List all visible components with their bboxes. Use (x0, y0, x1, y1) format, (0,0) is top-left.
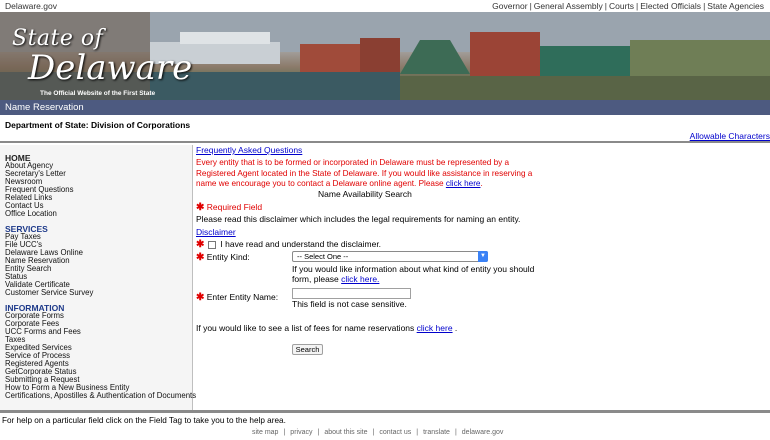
entity-kind-row: ✱ Entity Kind: (196, 252, 250, 263)
required-star-icon: ✱ (196, 202, 205, 213)
sidebar: HOME About Agency Secretary's Letter New… (0, 145, 196, 410)
disclaimer-check-label: I have read and understand the disclaime… (220, 239, 382, 249)
required-star-icon: ✱ (196, 292, 205, 303)
footer-privacy[interactable]: privacy (290, 429, 312, 436)
fee-click-here-link[interactable]: click here (417, 323, 453, 333)
required-star-icon: ✱ (196, 239, 205, 250)
entity-kind-label[interactable]: Entity Kind: (207, 252, 250, 262)
footer-divider (0, 410, 770, 413)
registered-agent-notice: Every entity that is to be formed or inc… (196, 158, 533, 188)
top-nav-state-agencies[interactable]: State Agencies (707, 1, 764, 11)
help-text: For help on a particular field click on … (2, 416, 286, 425)
top-bar: Delaware.gov Governor | General Assembly | C… (0, 0, 770, 12)
read-disclaimer-text: Please read this disclaimer which includ… (196, 214, 521, 224)
entity-name-label[interactable]: Enter Entity Name: (207, 292, 278, 302)
case-sensitivity-note: This field is not case sensitive. (292, 299, 407, 309)
footer-links: site map | privacy | about this site | contact… (252, 429, 504, 436)
top-nav: Governor | General Assembly | Courts | Elected… (492, 1, 764, 11)
entity-kind-selected: -- Select One -- (297, 252, 349, 261)
allowable-characters-link[interactable]: Allowable Characters (690, 131, 770, 141)
top-nav-governor[interactable]: Governor (492, 1, 527, 11)
required-field-label: Required Field (206, 202, 263, 212)
entity-name-input[interactable] (292, 288, 411, 299)
faq-link[interactable]: Frequently Asked Questions (196, 145, 302, 155)
department-name: Department of State: Division of Corpora… (5, 120, 191, 130)
footer-site-map[interactable]: site map (252, 429, 278, 436)
notice-click-here-link[interactable]: click here (446, 179, 481, 188)
kind-info-text: If you would like information about what… (292, 264, 535, 284)
top-nav-elected-officials[interactable]: Elected Officials (640, 1, 701, 11)
entity-name-row: ✱ Enter Entity Name: (196, 292, 278, 303)
top-nav-courts[interactable]: Courts (609, 1, 634, 11)
footer-about-this-site[interactable]: about this site (324, 429, 367, 436)
top-nav-general-assembly[interactable]: General Assembly (534, 1, 603, 11)
footer-contact-us[interactable]: contact us (379, 429, 411, 436)
disclaimer-checkbox[interactable] (208, 240, 217, 249)
entity-kind-info: If you would like information about what… (292, 264, 542, 284)
sidebar-item-customer-service-survey[interactable]: Customer Service Survey (5, 289, 93, 297)
kind-info-click-here-link[interactable]: click here. (341, 274, 379, 284)
header-banner: State of Delaware The Official Website o… (0, 12, 770, 100)
disclaimer-row: ✱ I have read and understand the disclaim… (196, 239, 381, 250)
required-star-icon: ✱ (196, 252, 205, 263)
footer-delaware-gov[interactable]: delaware.gov (462, 429, 504, 436)
required-field-legend: ✱ Required Field (196, 202, 262, 213)
search-button[interactable]: Search (292, 344, 323, 355)
logo-tagline: The Official Website of the First State (40, 90, 156, 97)
page-title-bar: Name Reservation (0, 100, 770, 115)
name-availability-heading: Name Availability Search (318, 189, 412, 199)
logo-delaware[interactable]: Delaware (28, 48, 192, 88)
chevron-down-icon: ▼ (478, 251, 488, 262)
fee-list-line: If you would like to see a list of fees … (196, 323, 458, 333)
footer-translate[interactable]: translate (423, 429, 450, 436)
divider (0, 141, 770, 143)
site-name[interactable]: Delaware.gov (5, 1, 57, 11)
notice-text: Every entity that is to be formed or inc… (196, 158, 533, 188)
sidebar-item-certifications-apostilles[interactable]: Certifications, Apostilles & Authenticat… (5, 392, 196, 400)
sidebar-item-office-location[interactable]: Office Location (5, 210, 57, 218)
fee-text: If you would like to see a list of fees … (196, 323, 415, 333)
entity-kind-select[interactable]: -- Select One -- ▼ (292, 251, 488, 262)
page-title: Name Reservation (5, 102, 84, 113)
disclaimer-link[interactable]: Disclaimer (196, 227, 236, 237)
